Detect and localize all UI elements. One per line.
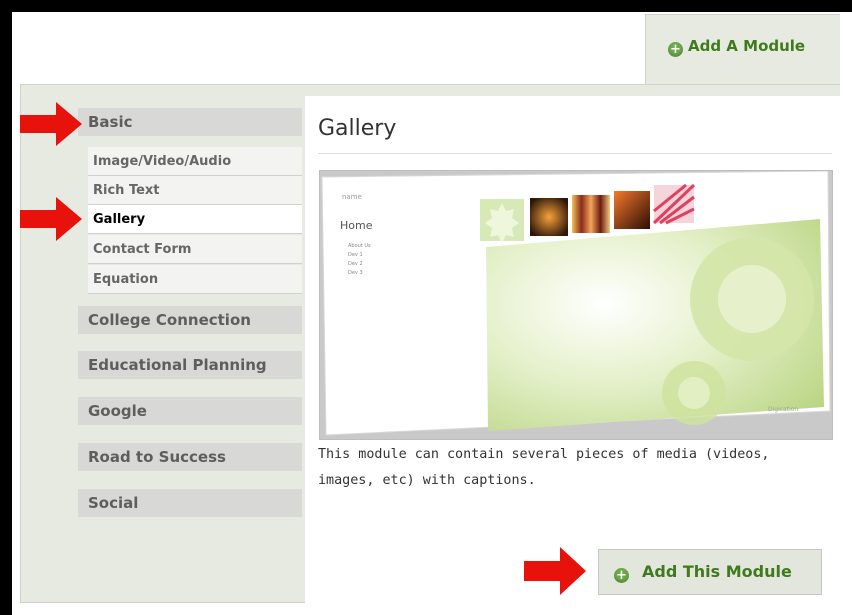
red-arrow-icon — [20, 197, 82, 241]
red-arrow-icon — [524, 547, 586, 595]
sidebar-item-label: Contact Form — [93, 242, 192, 257]
category-educational-planning[interactable]: Educational Planning — [78, 351, 302, 379]
preview-header: name — [342, 193, 362, 201]
module-title: Gallery — [318, 116, 397, 141]
red-arrow-icon — [20, 102, 82, 146]
preview-link: Dev 1 — [348, 252, 363, 258]
add-this-module-button[interactable]: + Add This Module — [598, 549, 822, 595]
plus-circle-icon: + — [668, 42, 683, 57]
sidebar-item-label: Rich Text — [93, 183, 160, 198]
sidebar-item-equation[interactable]: Equation — [88, 265, 302, 294]
sidebar-item-contact-form[interactable]: Contact Form — [88, 235, 302, 264]
sidebar-item-rich-text[interactable]: Rich Text — [88, 176, 302, 205]
category-social[interactable]: Social — [78, 489, 302, 517]
add-button-label: Add This Module — [642, 562, 792, 581]
preview-illustration: name Home About Us Dev 1 Dev 2 Dev 3 Dig… — [320, 171, 832, 439]
category-label: Google — [88, 402, 147, 420]
category-label: Educational Planning — [88, 356, 267, 374]
category-google[interactable]: Google — [78, 397, 302, 425]
category-road-to-success[interactable]: Road to Success — [78, 443, 302, 471]
sidebar-item-image-video-audio[interactable]: Image/Video/Audio — [88, 147, 302, 176]
plus-circle-icon: + — [614, 568, 629, 583]
gallery-preview-image: name Home About Us Dev 1 Dev 2 Dev 3 Dig… — [319, 170, 833, 440]
preview-brand: Digication — [768, 406, 798, 413]
preview-link: About Us — [348, 243, 371, 249]
sidebar-item-label: Equation — [93, 272, 159, 287]
sidebar-item-label: Image/Video/Audio — [93, 154, 232, 169]
preview-heading: Home — [340, 219, 373, 232]
module-description: This module can contain several pieces o… — [318, 447, 770, 488]
tab-label: Add A Module — [688, 37, 806, 55]
sidebar-item-label: Gallery — [93, 212, 146, 227]
sidebar-item-gallery[interactable]: Gallery — [88, 205, 302, 234]
title-divider — [318, 153, 832, 154]
category-basic[interactable]: Basic — [78, 108, 302, 136]
preview-link: Dev 3 — [348, 270, 363, 276]
add-a-module-tab[interactable]: + Add A Module — [645, 14, 840, 86]
category-college-connection[interactable]: College Connection — [78, 306, 302, 334]
category-label: Social — [88, 494, 139, 512]
preview-link: Dev 2 — [348, 261, 363, 267]
category-label: Road to Success — [88, 448, 226, 466]
category-basic-label: Basic — [88, 113, 133, 131]
category-label: College Connection — [88, 311, 251, 329]
